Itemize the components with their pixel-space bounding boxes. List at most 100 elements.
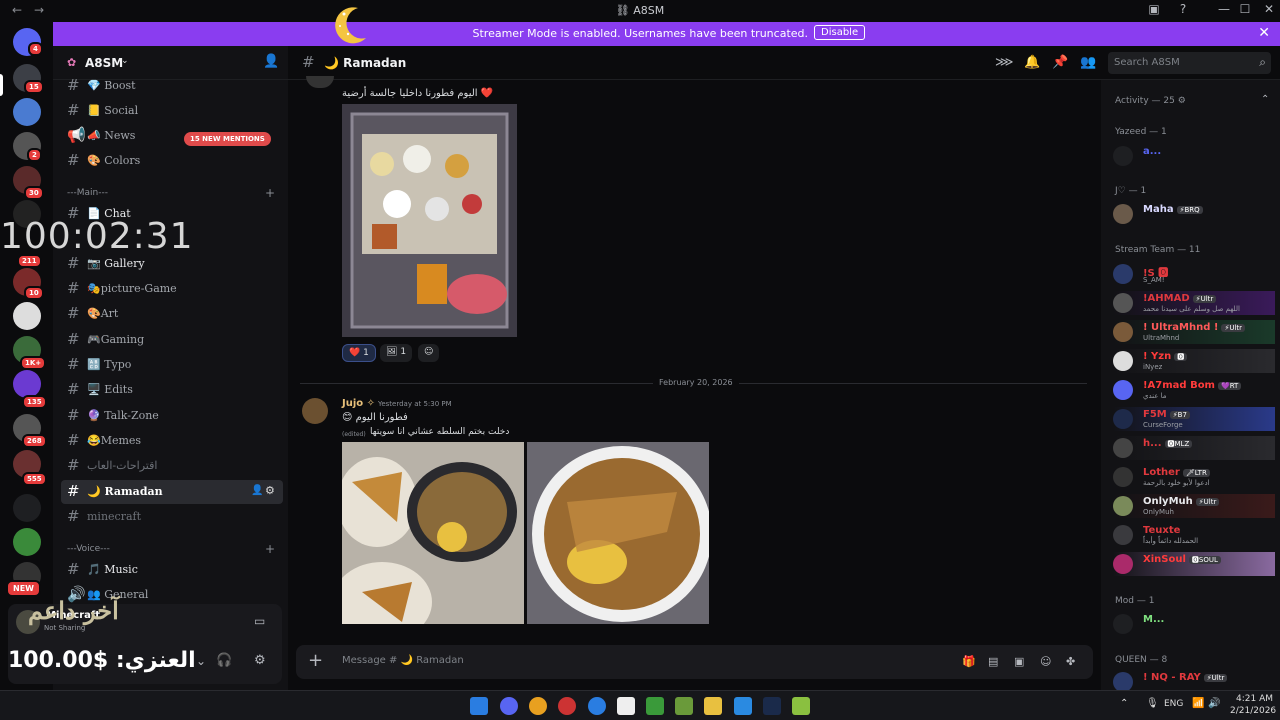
member-row[interactable]: !A7mad Bom 💜RT ما عندي	[1113, 378, 1275, 402]
member-row[interactable]: a...	[1113, 144, 1275, 168]
headphones-icon[interactable]: 🎧	[216, 653, 232, 668]
member-row[interactable]: !S 🅾 S_AM!	[1113, 262, 1275, 286]
channel-art[interactable]: # 🎨Art	[61, 302, 283, 326]
channel-colors[interactable]: # 🎨 Colors	[61, 149, 283, 173]
server-icon-i[interactable]	[13, 370, 41, 398]
channel-ramadan[interactable]: # 🌙 Ramadan 👤 ⚙	[61, 480, 283, 504]
message-author[interactable]: Jujo ✧	[342, 398, 375, 409]
message-image-iftar-spread[interactable]	[342, 104, 517, 337]
apps-icon[interactable]: ✤	[1066, 655, 1075, 668]
category-voice[interactable]: ---Voice---	[67, 544, 110, 554]
steam-icon[interactable]	[763, 697, 781, 715]
maximize-icon[interactable]: ☐	[1234, 2, 1256, 16]
launcher-icon[interactable]	[675, 697, 693, 715]
channel-gaming[interactable]: # 🎮Gaming	[61, 328, 283, 352]
channel-edits[interactable]: # 🖥️ Edits	[61, 378, 283, 402]
minimize-icon[interactable]: —	[1213, 2, 1235, 16]
member-row[interactable]: !AHMAD ⚡Ultr اللهم صل وسلم على سيدنا محمد	[1113, 291, 1275, 315]
channel-typo[interactable]: # 🔠 Typo	[61, 353, 283, 377]
add-channel-icon[interactable]: +	[265, 186, 275, 200]
invite-icon[interactable]: 👤	[251, 485, 263, 496]
volume-icon[interactable]: 🔊	[1208, 698, 1220, 709]
chevron-up-icon[interactable]: ⌃	[1120, 698, 1128, 709]
message-image-food-2[interactable]	[527, 442, 709, 624]
category-main[interactable]: ---Main---	[67, 188, 108, 198]
channel-suggestions[interactable]: # اقتراحات-العاب	[61, 454, 283, 478]
settings-gear-icon[interactable]: ⚙	[254, 653, 266, 668]
activity-header[interactable]: Activity — 25 ⚙	[1115, 96, 1186, 106]
gear-icon[interactable]: ⚙	[265, 484, 275, 497]
search-input[interactable]: Search A8SM	[1114, 57, 1180, 68]
chrome-icon[interactable]	[529, 697, 547, 715]
member-row[interactable]: OnlyMuh ⚡Ultr OnlyMuh	[1113, 494, 1275, 518]
disable-button[interactable]: Disable	[814, 25, 866, 40]
language-indicator[interactable]: ENG	[1164, 699, 1183, 709]
sticker-icon[interactable]: ▣	[1014, 655, 1024, 668]
member-row[interactable]: Teuxte الحمدلله دائماً وأبداً	[1113, 523, 1275, 547]
folder-icon[interactable]	[13, 494, 41, 522]
chevron-down-icon[interactable]: ⌄	[196, 654, 206, 668]
reaction-heart[interactable]: ❤️ 1	[342, 344, 376, 362]
minecraft-icon[interactable]	[646, 697, 664, 715]
app-icon-2[interactable]	[792, 697, 810, 715]
store-icon[interactable]	[734, 697, 752, 715]
start-icon[interactable]	[470, 697, 488, 715]
channel-social[interactable]: # 📒 Social	[61, 99, 283, 123]
member-row[interactable]: XinSoul 🅾SOUL	[1113, 552, 1275, 576]
server-icon-b[interactable]	[13, 98, 41, 126]
edge-icon[interactable]	[588, 697, 606, 715]
channel-memes[interactable]: # 😂Memes	[61, 429, 283, 453]
add-member-icon[interactable]: 👤	[263, 54, 279, 69]
message-composer: + Message # 🌙 Ramadan 🎁 ▤ ▣ ☺ ✤	[296, 645, 1093, 679]
inbox-icon[interactable]: ▣	[1143, 2, 1165, 16]
app-icon[interactable]	[558, 697, 576, 715]
member-row[interactable]: F5M ⚡B7 CurseForge	[1113, 407, 1275, 431]
member-row[interactable]: h... 🅾MLZ	[1113, 436, 1275, 460]
help-icon[interactable]: ?	[1172, 2, 1194, 16]
chevron-up-icon[interactable]: ⌃	[1261, 94, 1269, 105]
member-row[interactable]: Lother 🗡LTR ادعوا لأبو خلود بالرحمة	[1113, 465, 1275, 489]
discord-taskbar-icon[interactable]	[500, 697, 518, 715]
hash-icon: #	[67, 279, 80, 297]
member-row[interactable]: M...	[1113, 612, 1275, 636]
channel-talk-zone[interactable]: # 🔮 Talk-Zone	[61, 404, 283, 428]
message-input[interactable]: Message # 🌙 Ramadan	[342, 655, 464, 666]
close-window-icon[interactable]: ✕	[1258, 2, 1280, 16]
search-box[interactable]: Search A8SM ⌕	[1108, 52, 1271, 74]
close-banner-icon[interactable]: ✕	[1258, 25, 1270, 41]
add-voice-channel-icon[interactable]: +	[265, 542, 275, 556]
obs-icon[interactable]	[617, 697, 635, 715]
member-row[interactable]: Maha ⚡BRQ	[1113, 202, 1275, 226]
avatar[interactable]	[302, 398, 328, 424]
emoji-icon[interactable]: ☺	[1040, 655, 1051, 668]
channel-boost[interactable]: # 💎 Boost	[61, 74, 283, 98]
server-icon-l[interactable]	[13, 528, 41, 556]
message-image-food-1[interactable]	[342, 442, 524, 624]
member-row[interactable]: ! Yzn 🅾iNyez	[1113, 349, 1275, 373]
custom-emoji-icon: 🖼	[386, 347, 398, 357]
member-name: M...	[1143, 614, 1165, 625]
channel-music[interactable]: # 🎵 Music	[61, 558, 283, 582]
screen-share-icon[interactable]: ▭	[254, 614, 265, 628]
reaction-image[interactable]: 🖼 1	[380, 344, 413, 362]
channel-news[interactable]: 📢 📣 News	[61, 124, 283, 148]
threads-icon[interactable]: ⋙	[995, 55, 1014, 71]
member-row[interactable]: ! UltraMhnd ! ⚡Ultr UltraMhnd	[1113, 320, 1275, 344]
clock-time[interactable]: 4:21 AM	[1236, 694, 1273, 704]
gift-icon[interactable]: 🎁	[962, 655, 976, 668]
add-reaction-icon[interactable]: ☺	[418, 344, 440, 362]
clock-date[interactable]: 2/21/2026	[1230, 706, 1276, 716]
wifi-icon[interactable]: 📶	[1192, 698, 1204, 709]
channel-picture-game[interactable]: # 🎭picture-Game	[61, 277, 283, 301]
add-attachment-icon[interactable]: +	[308, 650, 323, 671]
gif-icon[interactable]: ▤	[988, 655, 998, 668]
channel-minecraft[interactable]: # minecraft	[61, 505, 283, 529]
pin-icon[interactable]: 📌	[1052, 55, 1068, 71]
mic-icon[interactable]: 🎙	[1146, 698, 1159, 709]
member-list-icon[interactable]: 👥	[1080, 55, 1096, 71]
server-icon-g[interactable]	[13, 302, 41, 330]
avatar[interactable]	[306, 76, 334, 88]
folder-icon[interactable]	[704, 697, 722, 715]
member-name: Lother	[1143, 467, 1180, 478]
bell-icon[interactable]: 🔔	[1024, 55, 1040, 71]
